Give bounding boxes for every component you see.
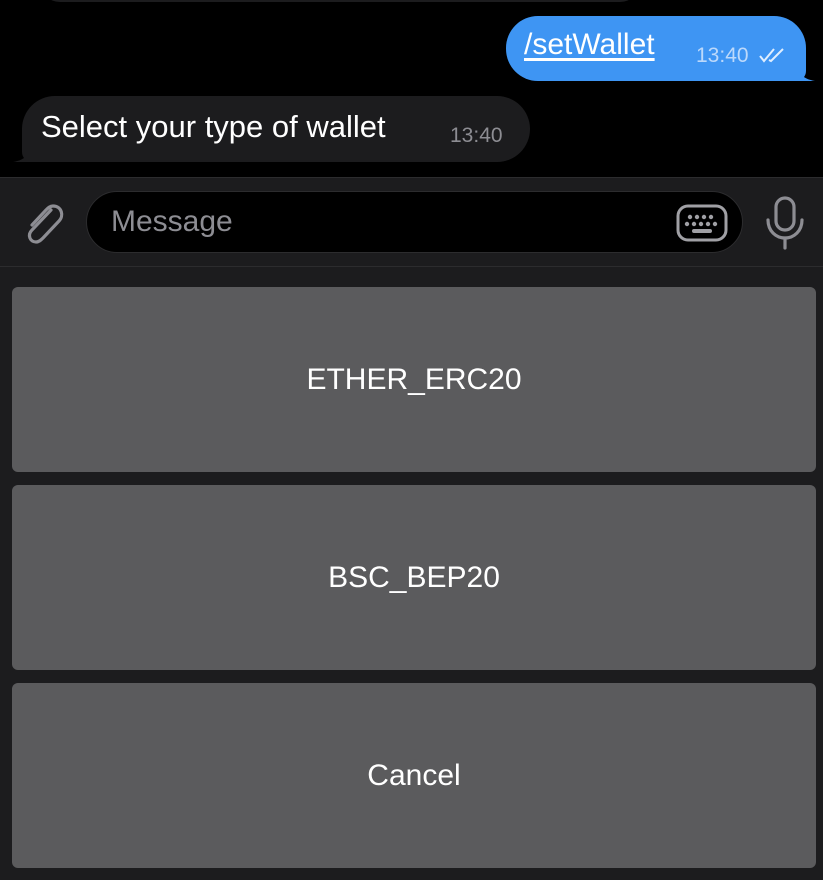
bubble-tail: [13, 142, 33, 162]
message-list: /setWallet 13:40 Select your type of wal…: [0, 0, 823, 177]
paperclip-icon[interactable]: [18, 196, 68, 250]
cancel-button[interactable]: Cancel: [12, 683, 816, 868]
incoming-message-text: Select your type of wallet: [41, 109, 386, 144]
reply-keyboard: ETHER_ERC20 BSC_BEP20 Cancel: [0, 267, 823, 880]
previous-message-bubble: [40, 0, 640, 2]
ether-erc20-button[interactable]: ETHER_ERC20: [12, 287, 816, 472]
incoming-message-time: 13:40: [450, 124, 503, 147]
message-composer: [0, 177, 823, 267]
bsc-bep20-button[interactable]: BSC_BEP20: [12, 485, 816, 670]
keyboard-icon[interactable]: [676, 204, 728, 242]
outgoing-message-text[interactable]: /setWallet: [524, 28, 655, 62]
outgoing-message-time: 13:40: [696, 44, 749, 67]
bubble-tail: [795, 61, 815, 81]
microphone-icon[interactable]: [762, 194, 808, 252]
incoming-message[interactable]: Select your type of wallet 13:40: [13, 96, 530, 162]
chat-screen: /setWallet 13:40 Select your type of wal…: [0, 0, 823, 880]
message-input[interactable]: [111, 192, 671, 252]
message-input-field[interactable]: [86, 191, 743, 253]
outgoing-message[interactable]: /setWallet 13:40: [506, 16, 815, 81]
double-check-icon: [759, 48, 784, 63]
